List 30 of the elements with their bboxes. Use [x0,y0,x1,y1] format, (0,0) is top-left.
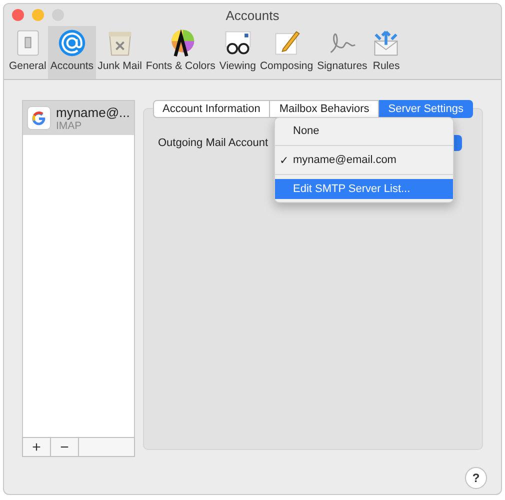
account-item[interactable]: myname@... IMAP [23,101,134,135]
toolbar-tab[interactable]: Rules [369,26,404,79]
letter-g-icon [27,106,51,130]
menu-item[interactable]: ✓ myname@email.com [275,150,453,170]
remove-button[interactable]: − [51,438,79,456]
toolbar-tab[interactable]: Signatures [315,26,370,79]
toolbar-tab[interactable]: Accounts [48,26,96,79]
menu-item-label: Edit SMTP Server List... [293,183,410,195]
toolbar-tab[interactable]: Junk Mail [96,26,144,79]
tab[interactable]: Mailbox Behaviors [270,100,380,118]
outgoing-account-label: Outgoing Mail Account [158,137,268,149]
tab[interactable]: Account Information [152,100,270,118]
toolbar-tab[interactable]: Composing [258,26,316,79]
menu-item[interactable]: None [275,121,453,141]
help-button[interactable]: ? [465,467,487,489]
menu-item-label: None [293,125,320,137]
tab[interactable]: Server Settings [379,100,474,118]
toolbar-tab[interactable]: Viewing [217,26,258,79]
minimize-button[interactable] [32,9,44,21]
close-button[interactable] [12,9,24,21]
menu-item-label: myname@email.com [293,154,396,166]
account-name: myname@... [56,104,130,120]
account-type: IMAP [56,120,82,132]
window-title: Accounts [226,8,280,22]
toolbar-tab[interactable]: Fonts & Colors [144,26,218,79]
add-button[interactable]: + [23,438,51,456]
menu-item[interactable]: Edit SMTP Server List... [275,179,453,199]
at-sign-icon [56,28,87,58]
toolbar-tab[interactable]: General [7,26,48,79]
checkmark-icon: ✓ [275,154,293,166]
